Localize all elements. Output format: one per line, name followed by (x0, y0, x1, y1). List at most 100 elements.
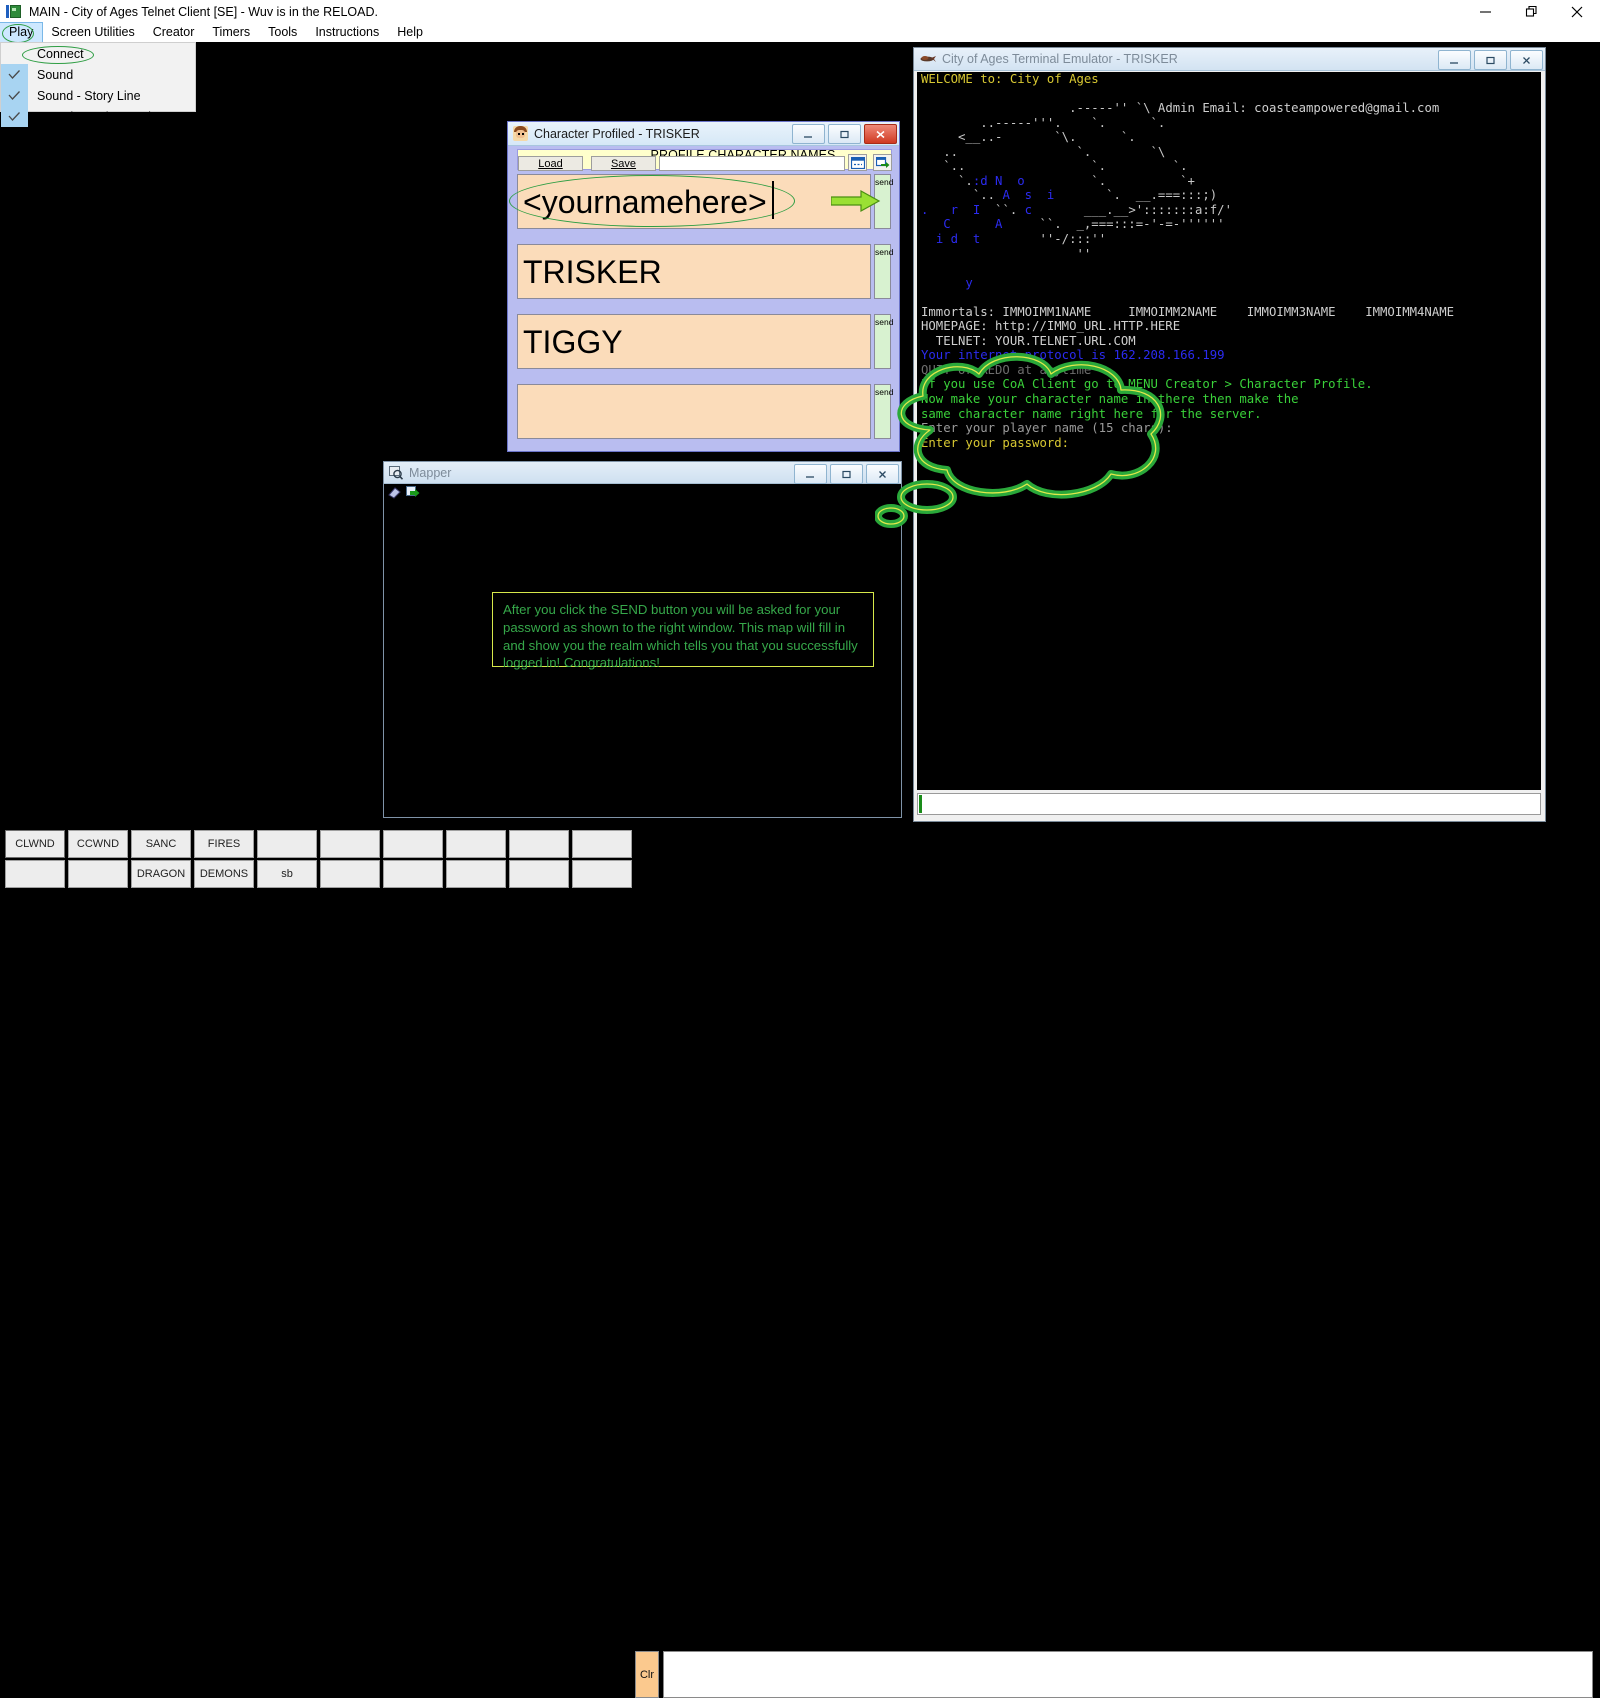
bottom-button[interactable] (257, 830, 317, 858)
character-name-row[interactable] (517, 384, 871, 439)
menu-item-sound-label: Sound (37, 68, 73, 82)
character-name-row[interactable]: TIGGY (517, 314, 871, 369)
button-column: SANC DRAGON (131, 830, 191, 888)
close-icon[interactable] (864, 124, 897, 144)
character-name-value: TRISKER (518, 245, 870, 299)
menu-item-connect[interactable]: Connect (1, 43, 195, 64)
menu-play[interactable]: Play (0, 23, 42, 42)
bottom-button[interactable]: SANC (131, 830, 191, 858)
mapper-toolbar (384, 484, 901, 502)
menu-item-sound-story-line[interactable]: Sound - Story Line (1, 85, 195, 106)
main-window: MAIN - City of Ages Telnet Client [SE] -… (0, 0, 1600, 900)
bottom-button[interactable] (446, 860, 506, 888)
bottom-button[interactable] (383, 860, 443, 888)
play-dropdown-menu: Connect Sound Sound - Story Line Sound -… (0, 42, 196, 112)
terminal-screen[interactable]: WELCOME to: City of Ages .-----'' `\ Adm… (917, 72, 1541, 790)
restore-icon[interactable] (1474, 50, 1507, 70)
terminal-homepage-line: HOMEPAGE: http://IMMO_URL.HTTP.HERE (921, 319, 1180, 333)
menu-item-sound-background[interactable]: Sound - Background (1, 106, 195, 127)
terminal-help-line-1: If you use CoA Client go to MENU Creator… (921, 377, 1373, 391)
send-button[interactable]: send (874, 174, 891, 229)
text-caret (919, 795, 922, 813)
annotation-text: After you click the SEND button you will… (503, 601, 863, 672)
export-green-arrow-icon[interactable] (405, 485, 422, 501)
terminal-command-input[interactable] (917, 793, 1541, 815)
mapper-window-title: Mapper (409, 466, 451, 480)
save-button-label: Save (611, 158, 636, 170)
terminal-prompt-password: Enter your password: (921, 436, 1069, 450)
terminal-quit-line: QUIT or REDO at anytime (921, 363, 1091, 377)
character-face-icon (513, 126, 528, 141)
checkmark-icon (1, 64, 28, 85)
button-column: sb (257, 830, 317, 888)
terminal-titlebar: City of Ages Terminal Emulator - TRISKER (914, 48, 1545, 71)
bottom-button[interactable]: CLWND (5, 830, 65, 858)
restore-icon[interactable] (1508, 0, 1554, 23)
bottom-button[interactable]: DEMONS (194, 860, 254, 888)
restore-icon[interactable] (830, 464, 863, 484)
bottom-button[interactable] (572, 860, 632, 888)
bottom-button[interactable] (68, 860, 128, 888)
checkmark-icon (1, 85, 28, 106)
send-button[interactable]: send (874, 384, 891, 439)
eraser-icon[interactable] (386, 485, 403, 501)
send-button[interactable]: send (874, 244, 891, 299)
bottom-button[interactable] (320, 830, 380, 858)
load-button[interactable]: Load (518, 156, 583, 171)
terminal-immortals-line: Immortals: IMMOIMM1NAME IMMOIMM2NAME IMM… (921, 305, 1454, 319)
minimize-icon[interactable] (1462, 0, 1508, 23)
minimize-icon[interactable] (1438, 50, 1471, 70)
menu-help[interactable]: Help (388, 23, 432, 42)
connect-check-slot (1, 43, 28, 64)
bottom-button[interactable] (5, 860, 65, 888)
menu-timers[interactable]: Timers (203, 23, 259, 42)
terminal-output: WELCOME to: City of Ages .-----'' `\ Adm… (917, 72, 1541, 450)
menu-screen-utilities[interactable]: Screen Utilities (42, 23, 143, 42)
bottom-button[interactable] (320, 860, 380, 888)
menu-tools[interactable]: Tools (259, 23, 306, 42)
send-button[interactable]: send (874, 314, 891, 369)
send-window-icon[interactable] (873, 154, 892, 171)
menu-instructions[interactable]: Instructions (306, 23, 388, 42)
map-magnifier-icon (389, 466, 403, 480)
bottom-button[interactable] (383, 830, 443, 858)
bottom-button[interactable]: CCWND (68, 830, 128, 858)
character-name-value: <yournamehere> (518, 175, 870, 229)
character-name-row[interactable]: TRISKER (517, 244, 871, 299)
bottom-button[interactable] (572, 830, 632, 858)
restore-icon[interactable] (828, 124, 861, 144)
text-caret (772, 181, 774, 219)
bottom-button[interactable]: FIRES (194, 830, 254, 858)
button-column: FIRES DEMONS (194, 830, 254, 888)
app-icon (6, 4, 22, 20)
terminal-help-line-2: Now make your character name in there th… (921, 392, 1299, 406)
character-name-row[interactable]: <yournamehere> (517, 174, 871, 229)
clear-button[interactable]: Clr (635, 1651, 659, 1698)
bottom-button[interactable]: DRAGON (131, 860, 191, 888)
terminal-ip-line: Your internet protocol is 162.208.166.19… (921, 348, 1225, 362)
close-icon[interactable] (866, 464, 899, 484)
bottom-button[interactable]: sb (257, 860, 317, 888)
mapper-window-controls (794, 464, 899, 484)
bottom-button[interactable] (509, 830, 569, 858)
button-column (446, 830, 506, 888)
command-input[interactable] (663, 1651, 1593, 1698)
window-list-icon[interactable] (848, 154, 867, 171)
save-button[interactable]: Save (591, 156, 656, 171)
terminal-welcome-line: WELCOME to: City of Ages (921, 72, 1099, 86)
menu-creator[interactable]: Creator (144, 23, 204, 42)
close-icon[interactable] (1510, 50, 1543, 70)
terminal-help-line-3: same character name right here for the s… (921, 407, 1262, 421)
button-column: CCWND (68, 830, 128, 888)
close-icon[interactable] (1554, 0, 1600, 23)
main-window-title: MAIN - City of Ages Telnet Client [SE] -… (29, 5, 378, 19)
bottom-button[interactable] (446, 830, 506, 858)
terminal-window-title: City of Ages Terminal Emulator - TRISKER (942, 52, 1178, 66)
minimize-icon[interactable] (794, 464, 827, 484)
bottom-button[interactable] (509, 860, 569, 888)
checkmark-icon (1, 106, 28, 127)
profile-file-field[interactable] (659, 156, 845, 171)
minimize-icon[interactable] (792, 124, 825, 144)
menu-item-sound[interactable]: Sound (1, 64, 195, 85)
button-column (320, 830, 380, 888)
